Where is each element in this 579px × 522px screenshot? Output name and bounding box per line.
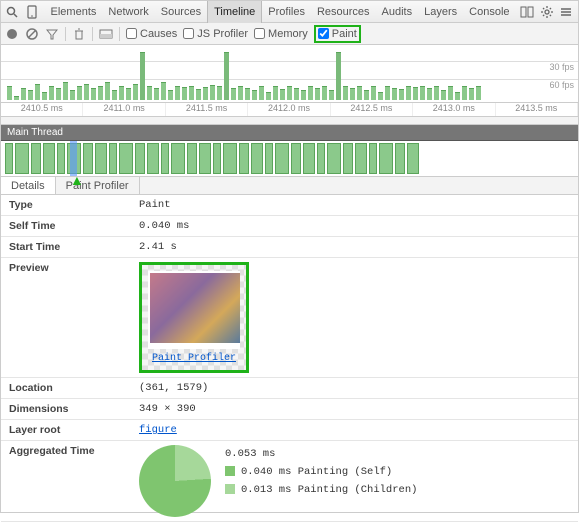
tab-elements[interactable]: Elements bbox=[45, 1, 103, 23]
preview-label: Preview bbox=[9, 262, 139, 274]
timeline-zoom-strip[interactable] bbox=[1, 117, 578, 125]
tab-resources[interactable]: Resources bbox=[311, 1, 376, 23]
layerroot-label: Layer root bbox=[9, 424, 139, 436]
trash-icon[interactable] bbox=[72, 27, 86, 41]
agg-self: 0.040 ms Painting (Self) bbox=[241, 466, 392, 478]
legend-swatch-children bbox=[225, 484, 235, 494]
aggregated-pie-chart bbox=[139, 445, 211, 517]
tab-console[interactable]: Console bbox=[463, 1, 515, 23]
timeline-overview[interactable]: 30 fps 60 fps 2 bbox=[1, 45, 578, 117]
preview-box: Paint Profiler bbox=[139, 262, 249, 373]
type-value: Paint bbox=[139, 199, 171, 211]
selftime-label: Self Time bbox=[9, 220, 139, 232]
memory-checkbox[interactable]: Memory bbox=[254, 28, 308, 40]
drawer-icon[interactable] bbox=[520, 3, 536, 21]
record-icon[interactable] bbox=[5, 27, 19, 41]
tab-layers[interactable]: Layers bbox=[418, 1, 463, 23]
location-label: Location bbox=[9, 382, 139, 394]
details-pane: TypePaint Self Time0.040 ms Start Time2.… bbox=[1, 195, 578, 522]
agg-children: 0.013 ms Painting (Children) bbox=[241, 484, 417, 496]
starttime-label: Start Time bbox=[9, 241, 139, 253]
layerroot-link[interactable]: figure bbox=[139, 424, 177, 436]
agg-total: 0.053 ms bbox=[225, 445, 417, 463]
details-tabs: Details Paint Profiler bbox=[1, 177, 578, 195]
causes-checkbox[interactable]: Causes bbox=[126, 28, 177, 40]
dimensions-label: Dimensions bbox=[9, 403, 139, 415]
timeline-bars bbox=[7, 50, 538, 100]
selftime-value: 0.040 ms bbox=[139, 220, 189, 232]
selection-highlight bbox=[70, 141, 77, 176]
legend-swatch-self bbox=[225, 466, 235, 476]
dimensions-value: 349 × 390 bbox=[139, 403, 196, 415]
search-icon[interactable] bbox=[5, 4, 19, 20]
main-thread-header: Main Thread bbox=[1, 125, 578, 141]
tab-audits[interactable]: Audits bbox=[376, 1, 419, 23]
timeline-toolbar: Causes JS Profiler Memory Paint bbox=[1, 23, 578, 45]
device-icon[interactable] bbox=[25, 4, 39, 20]
tab-details[interactable]: Details bbox=[1, 177, 56, 194]
clear-icon[interactable] bbox=[25, 27, 39, 41]
gear-icon[interactable] bbox=[539, 3, 555, 21]
tab-network[interactable]: Network bbox=[102, 1, 154, 23]
arrow-up-icon: ▲ bbox=[70, 172, 84, 188]
location-value: (361, 1579) bbox=[139, 382, 208, 394]
tab-timeline[interactable]: Timeline bbox=[207, 1, 262, 23]
paint-profiler-link[interactable]: Paint Profiler bbox=[148, 353, 240, 364]
view-icon[interactable] bbox=[99, 27, 113, 41]
tab-sources[interactable]: Sources bbox=[155, 1, 207, 23]
timeline-ruler: 2410.5 ms2411.0 ms2411.5 ms2412.0 ms2412… bbox=[1, 102, 578, 116]
paint-checkbox[interactable]: Paint bbox=[314, 25, 361, 43]
type-label: Type bbox=[9, 199, 139, 211]
tab-paint-profiler[interactable]: Paint Profiler bbox=[56, 177, 140, 194]
filter-icon[interactable] bbox=[45, 27, 59, 41]
aggregated-legend: 0.053 ms 0.040 ms Painting (Self) 0.013 … bbox=[225, 445, 417, 499]
aggtime-label: Aggregated Time bbox=[9, 445, 139, 457]
starttime-value: 2.41 s bbox=[139, 241, 177, 253]
preview-thumbnail bbox=[150, 273, 240, 343]
menu-icon[interactable] bbox=[559, 3, 575, 21]
devtools-tabbar: Elements Network Sources Timeline Profil… bbox=[1, 1, 578, 23]
jsprofiler-checkbox[interactable]: JS Profiler bbox=[183, 28, 248, 40]
tab-profiles[interactable]: Profiles bbox=[262, 1, 311, 23]
main-thread-track[interactable]: ▲ bbox=[1, 141, 578, 177]
